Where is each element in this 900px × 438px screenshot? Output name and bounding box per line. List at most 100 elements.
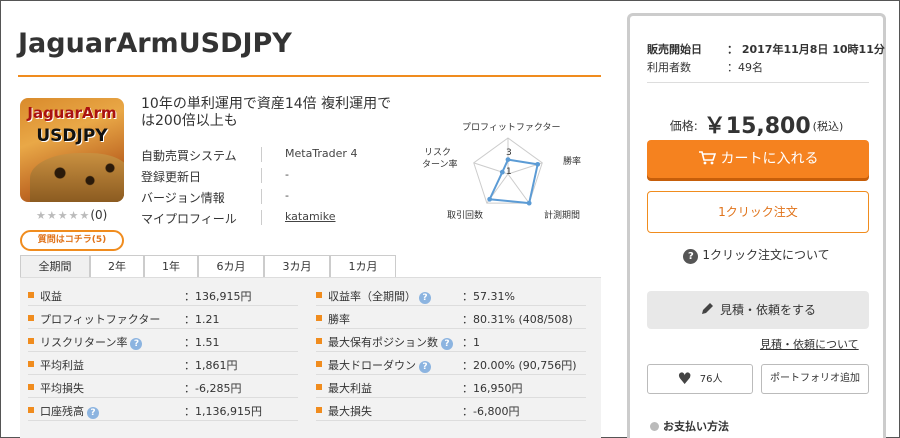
price: 価格: ￥15,800 (税込) <box>630 108 883 140</box>
radar-scale-3: 3 <box>506 148 512 158</box>
stat-label: プロフィットファクター <box>40 311 160 327</box>
sale-start-label: 販売開始日 <box>647 43 702 56</box>
tab-1y[interactable]: 1年 <box>144 255 198 277</box>
radar-point <box>526 200 532 206</box>
stat-label: 平均損失 <box>40 380 84 396</box>
info-value: - <box>285 189 289 202</box>
radar-point <box>487 196 493 202</box>
stat-divider <box>28 374 298 375</box>
one-click-order-button[interactable]: 1クリック注文 <box>647 191 869 233</box>
favorite-button[interactable]: ♥ 76人 <box>647 364 753 394</box>
question-button[interactable]: 質問はコチラ(5) <box>20 230 124 251</box>
bullet-square-icon <box>28 384 34 390</box>
thumbnail-title: JaguarArm <box>27 104 117 122</box>
stat-row-right: 収益率（全期間）? ：57.31% <box>316 284 596 306</box>
payment-title: お支払い方法 <box>663 420 729 433</box>
help-icon[interactable]: ? <box>419 361 431 373</box>
bullet-square-icon <box>28 407 34 413</box>
stat-divider <box>316 351 586 352</box>
info-key: 登録更新日 <box>141 170 202 184</box>
help-icon[interactable]: ? <box>441 338 453 350</box>
stat-value: ：1 <box>462 336 480 349</box>
radar-point <box>535 161 541 167</box>
stat-row-right: 最大利益 ：16,950円 <box>316 376 596 398</box>
stat-label: リスクリターン率? <box>40 334 143 350</box>
stat-label: 最大利益 <box>328 380 372 396</box>
info-key: バージョン情報 <box>141 191 225 205</box>
info-value: MetaTrader 4 <box>285 147 358 160</box>
bullet-square-icon <box>28 338 34 344</box>
price-value: ￥15,800 <box>703 114 811 139</box>
pen-icon <box>701 303 713 314</box>
stat-value: ：16,950円 <box>462 382 523 395</box>
info-key: 自動売買システム <box>141 149 237 163</box>
bullet-square-icon <box>316 384 322 390</box>
stat-row-left: 収益 ：136,915円 <box>28 284 308 306</box>
stat-label-text: 口座残高 <box>40 405 84 418</box>
stat-divider <box>316 374 586 375</box>
add-to-cart-button[interactable]: カートに入れる <box>647 140 869 178</box>
stat-label-text: 最大保有ポジション数 <box>328 336 438 349</box>
stat-label-text: プロフィットファクター <box>40 313 161 326</box>
stat-divider <box>316 328 586 329</box>
stat-label-text: 最大利益 <box>328 382 372 395</box>
bullet-square-icon <box>316 338 322 344</box>
help-icon[interactable]: ? <box>419 292 431 304</box>
tab-1m[interactable]: 1カ月 <box>330 255 396 277</box>
stat-value: ：-6,285円 <box>184 382 242 395</box>
payment-methods-heading: お支払い方法 <box>650 418 729 434</box>
stat-value: ：80.31% (408/508) <box>462 313 573 326</box>
stats-panel: 収益 ：136,915円プロフィットファクター ：1.21 リスクリターン率? ：1.5… <box>20 277 601 438</box>
heart-icon: ♥ <box>677 369 692 388</box>
stat-row-left: プロフィットファクター ：1.21 <box>28 307 308 329</box>
stat-row-left: 口座残高? ：1,136,915円 <box>28 399 308 421</box>
cart-button-label: カートに入れる <box>720 151 819 167</box>
stat-value: ：136,915円 <box>184 290 252 303</box>
info-row-updated: 登録更新日 - <box>141 165 411 186</box>
stat-divider <box>28 420 298 421</box>
stat-value: ：1,136,915円 <box>184 405 262 418</box>
radar-label-win-rate: 勝率 <box>563 155 581 167</box>
stat-value: ：57.31% <box>462 290 515 303</box>
stat-label-text: リスクリターン率 <box>40 336 128 349</box>
profile-link[interactable]: katamike <box>285 210 336 223</box>
bullet-square-icon <box>28 292 34 298</box>
radar-scale-1: 1 <box>506 167 512 177</box>
info-value: - <box>285 168 289 181</box>
help-icon[interactable]: ? <box>87 407 99 419</box>
tab-3m[interactable]: 3カ月 <box>264 255 330 277</box>
estimate-request-button[interactable]: 見積・依頼をする <box>647 291 869 329</box>
one-click-info-label: 1クリック注文について <box>702 248 830 262</box>
stat-row-left: リスクリターン率? ：1.51 <box>28 330 308 352</box>
bullet-square-icon <box>28 361 34 367</box>
sidebar-divider <box>647 82 869 83</box>
radar-label-risk-return-1: リスク <box>424 147 451 158</box>
product-thumbnail[interactable]: JaguarArm USDJPY <box>20 98 124 202</box>
stat-divider <box>28 397 298 398</box>
stat-row-right: 最大保有ポジション数? ：1 <box>316 330 596 352</box>
price-tax: (税込) <box>812 120 844 133</box>
stat-label: 平均利益 <box>40 357 84 373</box>
stat-row-left: 平均利益 ：1,861円 <box>28 353 308 375</box>
rating: ★★★★★(0) <box>36 208 107 222</box>
tab-all[interactable]: 全期間 <box>20 255 90 277</box>
stat-label-text: 収益率（全期間） <box>328 290 416 303</box>
radar-label-profit-factor: プロフィットファクター <box>462 122 560 133</box>
stat-label: 口座残高? <box>40 403 99 419</box>
stat-value: ：1.21 <box>184 313 220 326</box>
stat-divider <box>28 351 298 352</box>
stat-label-text: 平均損失 <box>40 382 84 395</box>
one-click-info-link[interactable]: ? 1クリック注文について <box>630 246 883 264</box>
stat-divider <box>28 305 298 306</box>
add-portfolio-button[interactable]: ポートフォリオ追加 <box>761 364 869 394</box>
stat-label: 収益率（全期間）? <box>328 288 431 304</box>
info-row-version: バージョン情報 - <box>141 186 411 207</box>
page-title: JaguarArmUSDJPY <box>18 28 292 59</box>
tab-6m[interactable]: 6カ月 <box>198 255 264 277</box>
help-icon[interactable]: ? <box>130 338 143 350</box>
stat-label-text: 最大ドローダウン <box>328 359 416 372</box>
estimate-button-label: 見積・依頼をする <box>719 303 816 317</box>
radar-spoke <box>507 173 530 204</box>
tab-2y[interactable]: 2年 <box>90 255 144 277</box>
estimate-info-link[interactable]: 見積・依頼について <box>760 336 859 352</box>
